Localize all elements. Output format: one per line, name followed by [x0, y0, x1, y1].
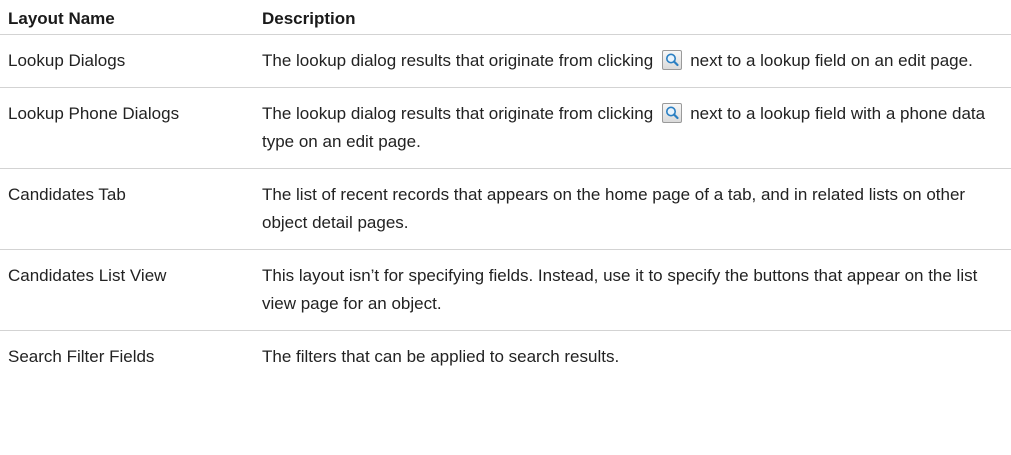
description-cell: The lookup dialog results that originate…	[252, 34, 1011, 88]
column-header-layout-name: Layout Name	[0, 0, 252, 35]
magnifier-icon	[662, 103, 683, 123]
column-header-description: Description	[252, 0, 1011, 35]
description-cell: The lookup dialog results that originate…	[252, 87, 1011, 169]
table-row: Candidates List View This layout isn’t f…	[0, 249, 1011, 331]
layout-name-cell: Search Filter Fields	[8, 347, 155, 366]
description-text: The lookup dialog results that originate…	[262, 104, 654, 123]
description-cell: This layout isn’t for specifying fields.…	[252, 249, 1011, 331]
table-row: Lookup Dialogs The lookup dialog results…	[0, 34, 1011, 88]
layout-name-cell: Candidates List View	[0, 249, 252, 331]
table-row: Candidates Tab The list of recent record…	[0, 168, 1011, 250]
description-cell: The filters that can be applied to searc…	[262, 347, 620, 366]
table-row: Lookup Phone Dialogs The lookup dialog r…	[0, 87, 1011, 169]
layout-name-cell: Lookup Phone Dialogs	[0, 87, 252, 169]
description-cell: The list of recent records that appears …	[252, 168, 1011, 250]
table-row: Search Filter Fields The filters that ca…	[0, 331, 1011, 384]
layout-name-cell: Lookup Dialogs	[0, 34, 252, 88]
layout-name-cell: Candidates Tab	[0, 168, 252, 250]
description-text: The lookup dialog results that originate…	[262, 50, 654, 70]
header-row: Layout Name Description	[0, 0, 1011, 35]
layout-table: Layout Name Description Lookup Dialogs T…	[0, 0, 1011, 384]
magnifier-icon	[662, 49, 683, 70]
description-text: next to a lookup field on an edit page.	[690, 50, 973, 70]
